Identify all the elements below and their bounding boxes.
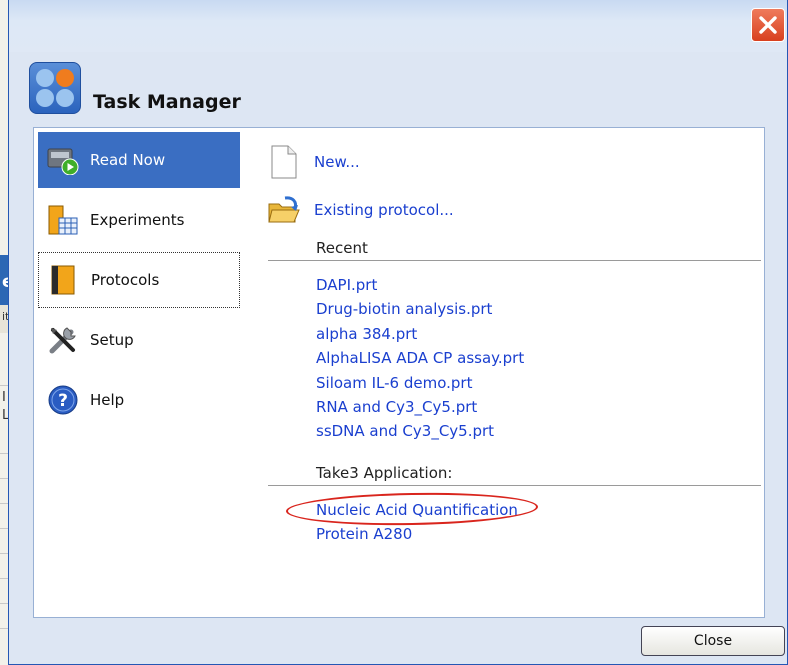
sidebar-item-protocols[interactable]: Protocols bbox=[38, 252, 240, 308]
recent-protocol-link[interactable]: DAPI.prt bbox=[316, 276, 377, 294]
main-panel: New... Existing protocol... Recent DAPI.… bbox=[244, 127, 765, 618]
new-document-icon bbox=[266, 143, 302, 181]
existing-protocol-action[interactable]: Existing protocol... bbox=[266, 190, 454, 230]
recent-protocol-link[interactable]: RNA and Cy3_Cy5.prt bbox=[316, 398, 477, 416]
take3-application-link[interactable]: Protein A280 bbox=[316, 525, 412, 543]
recent-protocol-link[interactable]: Siloam IL-6 demo.prt bbox=[316, 374, 472, 392]
recent-protocol-link[interactable]: alpha 384.prt bbox=[316, 325, 417, 343]
sidebar-item-setup[interactable]: Setup bbox=[38, 312, 240, 368]
dialog-header: Task Manager bbox=[9, 52, 787, 126]
title-bar bbox=[9, 0, 787, 53]
background-app-glyph: I bbox=[2, 390, 6, 405]
close-button[interactable]: Close bbox=[641, 626, 785, 656]
new-link[interactable]: New... bbox=[314, 153, 360, 171]
new-protocol-action[interactable]: New... bbox=[266, 142, 360, 182]
experiments-icon bbox=[46, 203, 80, 237]
existing-protocol-link[interactable]: Existing protocol... bbox=[314, 201, 454, 219]
read-now-icon bbox=[46, 143, 80, 177]
setup-tools-icon bbox=[46, 323, 80, 357]
help-icon: ? bbox=[46, 383, 80, 417]
sidebar: Read Now Experiments Protocols Setup ? H… bbox=[33, 127, 245, 618]
dialog-title: Task Manager bbox=[93, 91, 241, 113]
sidebar-item-label: Help bbox=[90, 391, 125, 409]
sidebar-item-label: Setup bbox=[90, 331, 134, 349]
close-x-icon bbox=[759, 16, 777, 34]
sidebar-item-read-now[interactable]: Read Now bbox=[38, 132, 240, 188]
recent-protocol-link[interactable]: AlphaLISA ADA CP assay.prt bbox=[316, 349, 524, 367]
take3-heading: Take3 Application: bbox=[316, 464, 453, 482]
protocols-icon bbox=[47, 263, 81, 297]
sidebar-item-label: Protocols bbox=[91, 271, 160, 289]
recent-protocol-link[interactable]: ssDNA and Cy3_Cy5.prt bbox=[316, 422, 494, 440]
recent-protocol-link[interactable]: Drug-biotin analysis.prt bbox=[316, 300, 492, 318]
recent-divider bbox=[268, 260, 761, 261]
sidebar-item-label: Read Now bbox=[90, 151, 166, 169]
task-manager-logo-icon bbox=[29, 62, 81, 114]
recent-list: DAPI.prt Drug-biotin analysis.prt alpha … bbox=[316, 273, 524, 444]
sidebar-item-label: Experiments bbox=[90, 211, 185, 229]
sidebar-item-experiments[interactable]: Experiments bbox=[38, 192, 240, 248]
window-close-button[interactable] bbox=[751, 8, 785, 42]
sidebar-item-help[interactable]: ? Help bbox=[38, 372, 240, 428]
recent-heading: Recent bbox=[316, 239, 368, 257]
take3-divider bbox=[268, 485, 761, 486]
svg-text:?: ? bbox=[58, 391, 68, 411]
open-folder-icon bbox=[266, 191, 302, 229]
task-manager-dialog: Task Manager Read Now Experiments Protoc… bbox=[8, 0, 788, 665]
